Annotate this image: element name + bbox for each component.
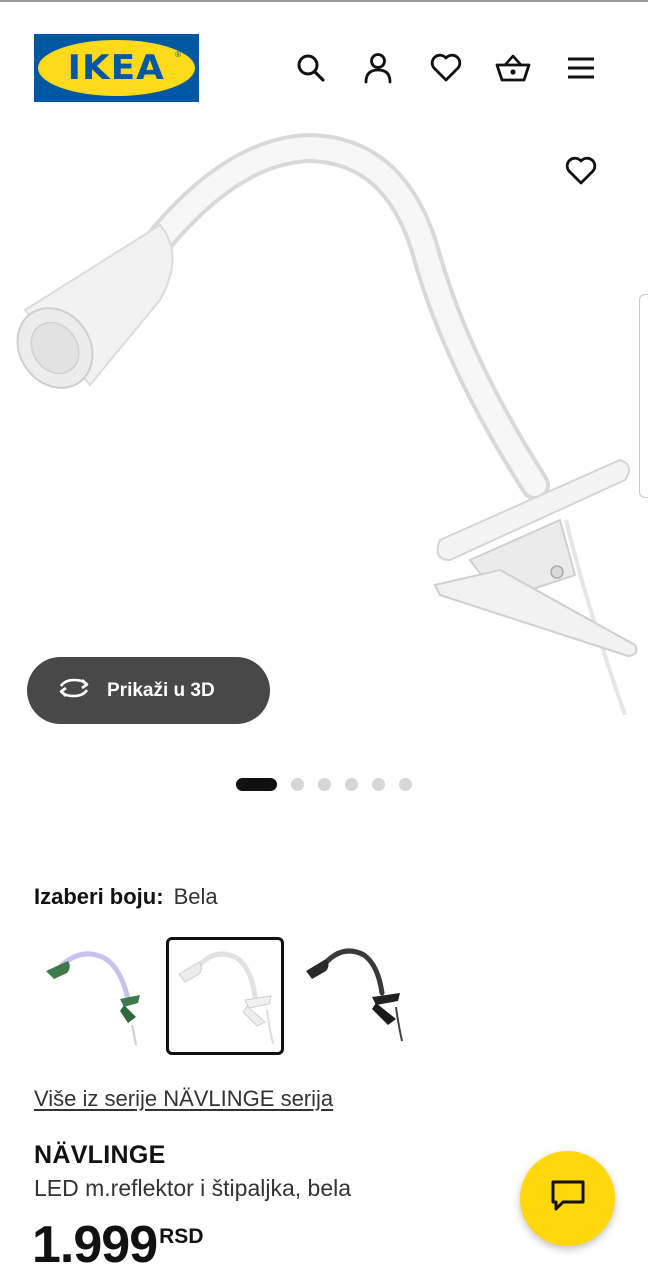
- side-panel-tab[interactable]: [639, 294, 648, 498]
- gallery-pagination: [236, 778, 426, 791]
- brand-wordmark: IKEA: [67, 48, 166, 88]
- pagination-dot[interactable]: [345, 778, 358, 791]
- pagination-dot[interactable]: [318, 778, 331, 791]
- pagination-dot-active[interactable]: [236, 778, 277, 791]
- chat-button[interactable]: [520, 1151, 615, 1246]
- top-divider: [0, 0, 648, 2]
- view-in-3d-button[interactable]: Prikaži u 3D: [27, 657, 270, 724]
- product-description: LED m.reflektor i štipaljka, bela: [34, 1175, 352, 1201]
- color-picker-label: Izaberi boju:: [34, 884, 164, 909]
- ikea-logo[interactable]: IKEA ®: [34, 34, 199, 102]
- pagination-dot[interactable]: [291, 778, 304, 791]
- heart-icon[interactable]: [426, 48, 466, 88]
- search-icon[interactable]: [291, 48, 331, 88]
- pagination-dot[interactable]: [372, 778, 385, 791]
- add-to-favorites-icon[interactable]: [560, 150, 602, 192]
- chat-icon: [550, 1179, 586, 1218]
- view-in-3d-label: Prikaži u 3D: [107, 679, 215, 701]
- rotate-3d-icon: [57, 677, 91, 705]
- menu-icon[interactable]: [561, 48, 601, 88]
- logo-oval: IKEA ®: [38, 40, 195, 96]
- color-swatch-black[interactable]: [296, 937, 414, 1055]
- color-swatch-green[interactable]: [36, 937, 154, 1055]
- price-currency: RSD: [159, 1225, 204, 1248]
- user-icon[interactable]: [358, 48, 398, 88]
- selected-color-value: Bela: [173, 884, 218, 909]
- basket-icon[interactable]: [493, 48, 533, 88]
- pagination-dot[interactable]: [399, 778, 412, 791]
- product-image[interactable]: [0, 120, 648, 730]
- registered-mark: ®: [175, 50, 181, 59]
- product-price: 1.999RSD: [32, 1215, 203, 1275]
- color-picker-header: Izaberi boju: Bela: [34, 884, 218, 910]
- product-name: NÄVLINGE: [34, 1141, 166, 1169]
- color-swatch-white[interactable]: [166, 937, 284, 1055]
- price-amount: 1.999: [32, 1216, 158, 1274]
- series-link[interactable]: Više iz serije NÄVLINGE serija: [34, 1086, 333, 1112]
